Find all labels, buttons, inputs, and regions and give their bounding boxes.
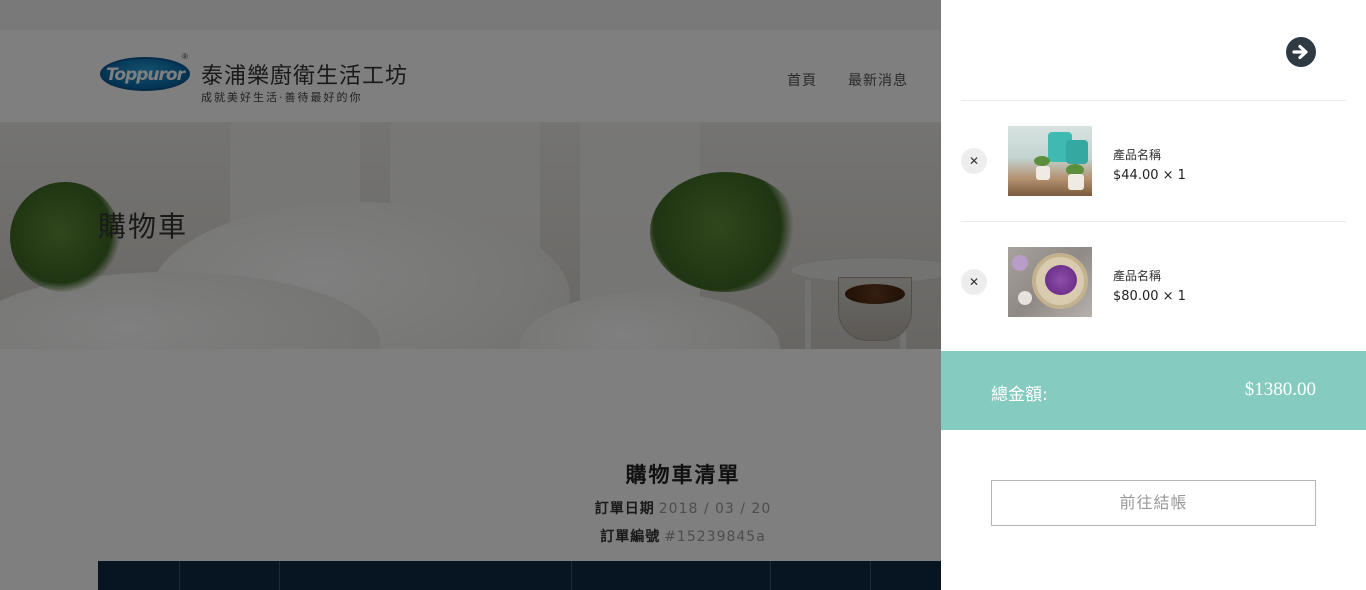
product-thumbnail[interactable]: [1008, 126, 1092, 196]
arrow-circle-right-icon: [1292, 44, 1308, 60]
close-drawer-button[interactable]: [1286, 37, 1316, 67]
product-thumbnail[interactable]: [1008, 247, 1092, 317]
cart-item-name: 產品名稱: [1113, 148, 1162, 162]
cart-drawer: ✕ 產品名稱 $44.00 × 1 ✕ 產品名稱 $80.00 × 1 總金額:…: [941, 0, 1366, 590]
cart-item-name: 產品名稱: [1113, 269, 1162, 283]
thumb-cloth: [1045, 265, 1077, 295]
close-icon: ✕: [968, 154, 980, 168]
remove-item-button[interactable]: ✕: [961, 148, 987, 174]
thumb-soap: [1018, 291, 1032, 305]
total-label: 總金額:: [991, 385, 1048, 405]
close-icon: ✕: [968, 275, 980, 289]
remove-item-button[interactable]: ✕: [961, 269, 987, 295]
drawer-divider: [961, 221, 1346, 222]
cart-total-bar: 總金額: $1380.00: [941, 351, 1366, 430]
cart-item-price: $80.00 × 1: [1113, 289, 1186, 304]
checkout-button[interactable]: 前往結帳: [991, 480, 1316, 526]
thumb-plant: [1034, 156, 1050, 166]
page-overlay[interactable]: [0, 0, 941, 590]
cart-item-price: $44.00 × 1: [1113, 168, 1186, 183]
thumb-towel: [1066, 140, 1088, 164]
thumb-pot: [1036, 166, 1050, 180]
total-value: $1380.00: [1244, 379, 1316, 400]
drawer-divider: [961, 100, 1346, 101]
thumb-flower: [1012, 255, 1028, 271]
thumb-pot: [1068, 174, 1084, 190]
